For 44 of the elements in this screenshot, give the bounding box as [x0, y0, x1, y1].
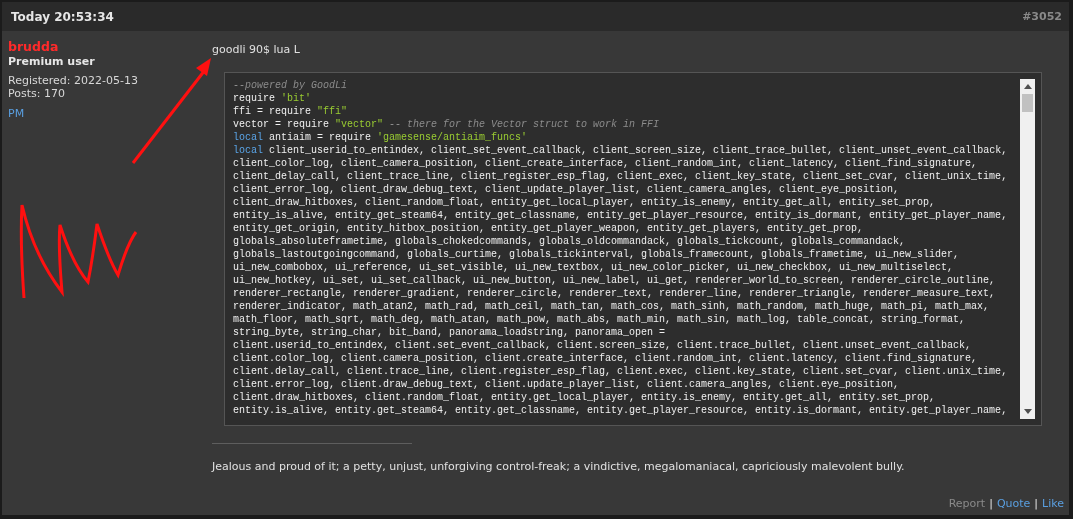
message-text: goodli 90$ lua L	[212, 43, 301, 57]
scroll-up-icon[interactable]	[1023, 84, 1032, 89]
separator-text: |	[1034, 497, 1039, 510]
signature-text: Jealous and proud of it; a petty, unjust, unforgiving control-freak; a vindictive, megalomaniacal, capriciously malevolent bully.	[212, 460, 906, 473]
code-line: ffi = require "ffi"	[233, 105, 348, 118]
code-line: local client_userid_to_entindex, client_set_event_callback, client_screen_size, client_trace_bullet, client_unset_event_callback,	[233, 144, 1008, 157]
code-line: client.draw_hitboxes, client.random_float, entity.get_local_player, entity.is_enemy, entity.get_all, entity.set_prop,	[233, 391, 936, 404]
code-line: client_draw_hitboxes, client_random_float, entity_get_local_player, entity_is_enemy, entity_get_all, entity_set_prop,	[233, 196, 936, 209]
code-line: renderer_indicator, math_atan2, math_rad, math_ceil, math_tan, math_cos, math_sinh, math_random, math_huge, math_pi, math_max,	[233, 300, 990, 313]
post-number-link[interactable]: #3052	[1022, 10, 1062, 23]
code-line: require 'bit'	[233, 92, 312, 105]
code-line: entity.is_alive, entity.get_steam64, entity.get_classname, entity.get_player_resource, entity.is_dormant, entity.get_player_name,	[233, 404, 1008, 417]
code-line: globals_lastoutgoingcommand, globals_curtime, globals_tickinterval, globals_framecount, globals_frametime, ui_new_slider,	[233, 248, 960, 261]
code-line: local antiaim = require 'gamesense/antiaim_funcs'	[233, 131, 528, 144]
code-line: client.delay_call, client.trace_line, client.register_esp_flag, client.exec, client.key_state, client.set_cvar, client.unix_time,	[233, 365, 1008, 378]
code-line: client_error_log, client_draw_debug_text, client_update_player_list, client_camera_angles, client_eye_position,	[233, 183, 900, 196]
code-line: math_floor, math_sqrt, math_deg, math_atan, math_pow, math_abs, math_min, math_sin, math_log, table_concat, string_format,	[233, 313, 966, 326]
action-link[interactable]: Quote	[996, 497, 1031, 510]
code-line: globals_absoluteframetime, globals_chokedcommands, globals_oldcommandack, globals_tickcount, globals_commandack,	[233, 235, 906, 248]
scrollbar-thumb[interactable]	[1022, 94, 1033, 112]
code-line: client.userid_to_entindex, client.set_event_callback, client.screen_size, client.trace_bullet, client.unset_event_callback,	[233, 339, 972, 352]
username-link[interactable]: brudda	[8, 39, 204, 54]
user-rank: Premium user	[8, 54, 96, 69]
action-link[interactable]: Report	[948, 497, 986, 510]
code-line: --powered by GoodLi	[233, 79, 348, 92]
pm-link[interactable]: PM	[8, 107, 204, 120]
code-line: ui_new_hotkey, ui_set, ui_set_callback, ui_new_button, ui_new_label, ui_get, renderer_world_to_screen, renderer_circle_outline,	[233, 274, 996, 287]
scrollbar[interactable]	[1020, 79, 1035, 419]
code-line: entity_is_alive, entity_get_steam64, entity_get_classname, entity_get_player_resource, entity_is_dormant, entity_get_player_name,	[233, 209, 1008, 222]
registered-date: Registered: 2022-05-13	[8, 74, 139, 87]
action-link[interactable]: Like	[1042, 497, 1064, 510]
code-line: client_delay_call, client_trace_line, client_register_esp_flag, client_exec, client_key_state, client_set_cvar, client_unix_time,	[233, 170, 1008, 183]
code-line: renderer_rectangle, renderer_gradient, renderer_circle, renderer_text, renderer_line, renderer_triangle, renderer_measure_text,	[233, 287, 996, 300]
post-time: Today 20:53:34	[11, 9, 114, 24]
code-line: client.color_log, client.camera_position, client.create_interface, client.random_int, client.latency, client.find_signature,	[233, 352, 978, 365]
scroll-down-icon[interactable]	[1023, 409, 1032, 414]
post-count: Posts: 170	[8, 87, 66, 100]
code-line: client_color_log, client_camera_position, client_create_interface, client_random_int, client_latency, client_find_signature,	[233, 157, 978, 170]
code-line: client.error_log, client.draw_debug_text, client.update_player_list, client.camera_angles, client.eye_position,	[233, 378, 900, 391]
separator-text: |	[989, 497, 993, 510]
code-line: vector = require "vector" -- there for the Vector struct to work in FFI	[233, 118, 660, 131]
code-line: string_byte, string_char, bit_band, panorama_loadstring, panorama_open =	[233, 326, 666, 339]
code-line: ui_new_combobox, ui_reference, ui_set_visible, ui_new_textbox, ui_new_color_picker, ui_new_checkbox, ui_new_multiselect,	[233, 261, 954, 274]
code-line: entity_get_origin, entity_hitbox_position, entity_get_player_weapon, entity_get_players, entity_get_prop,	[233, 222, 864, 235]
